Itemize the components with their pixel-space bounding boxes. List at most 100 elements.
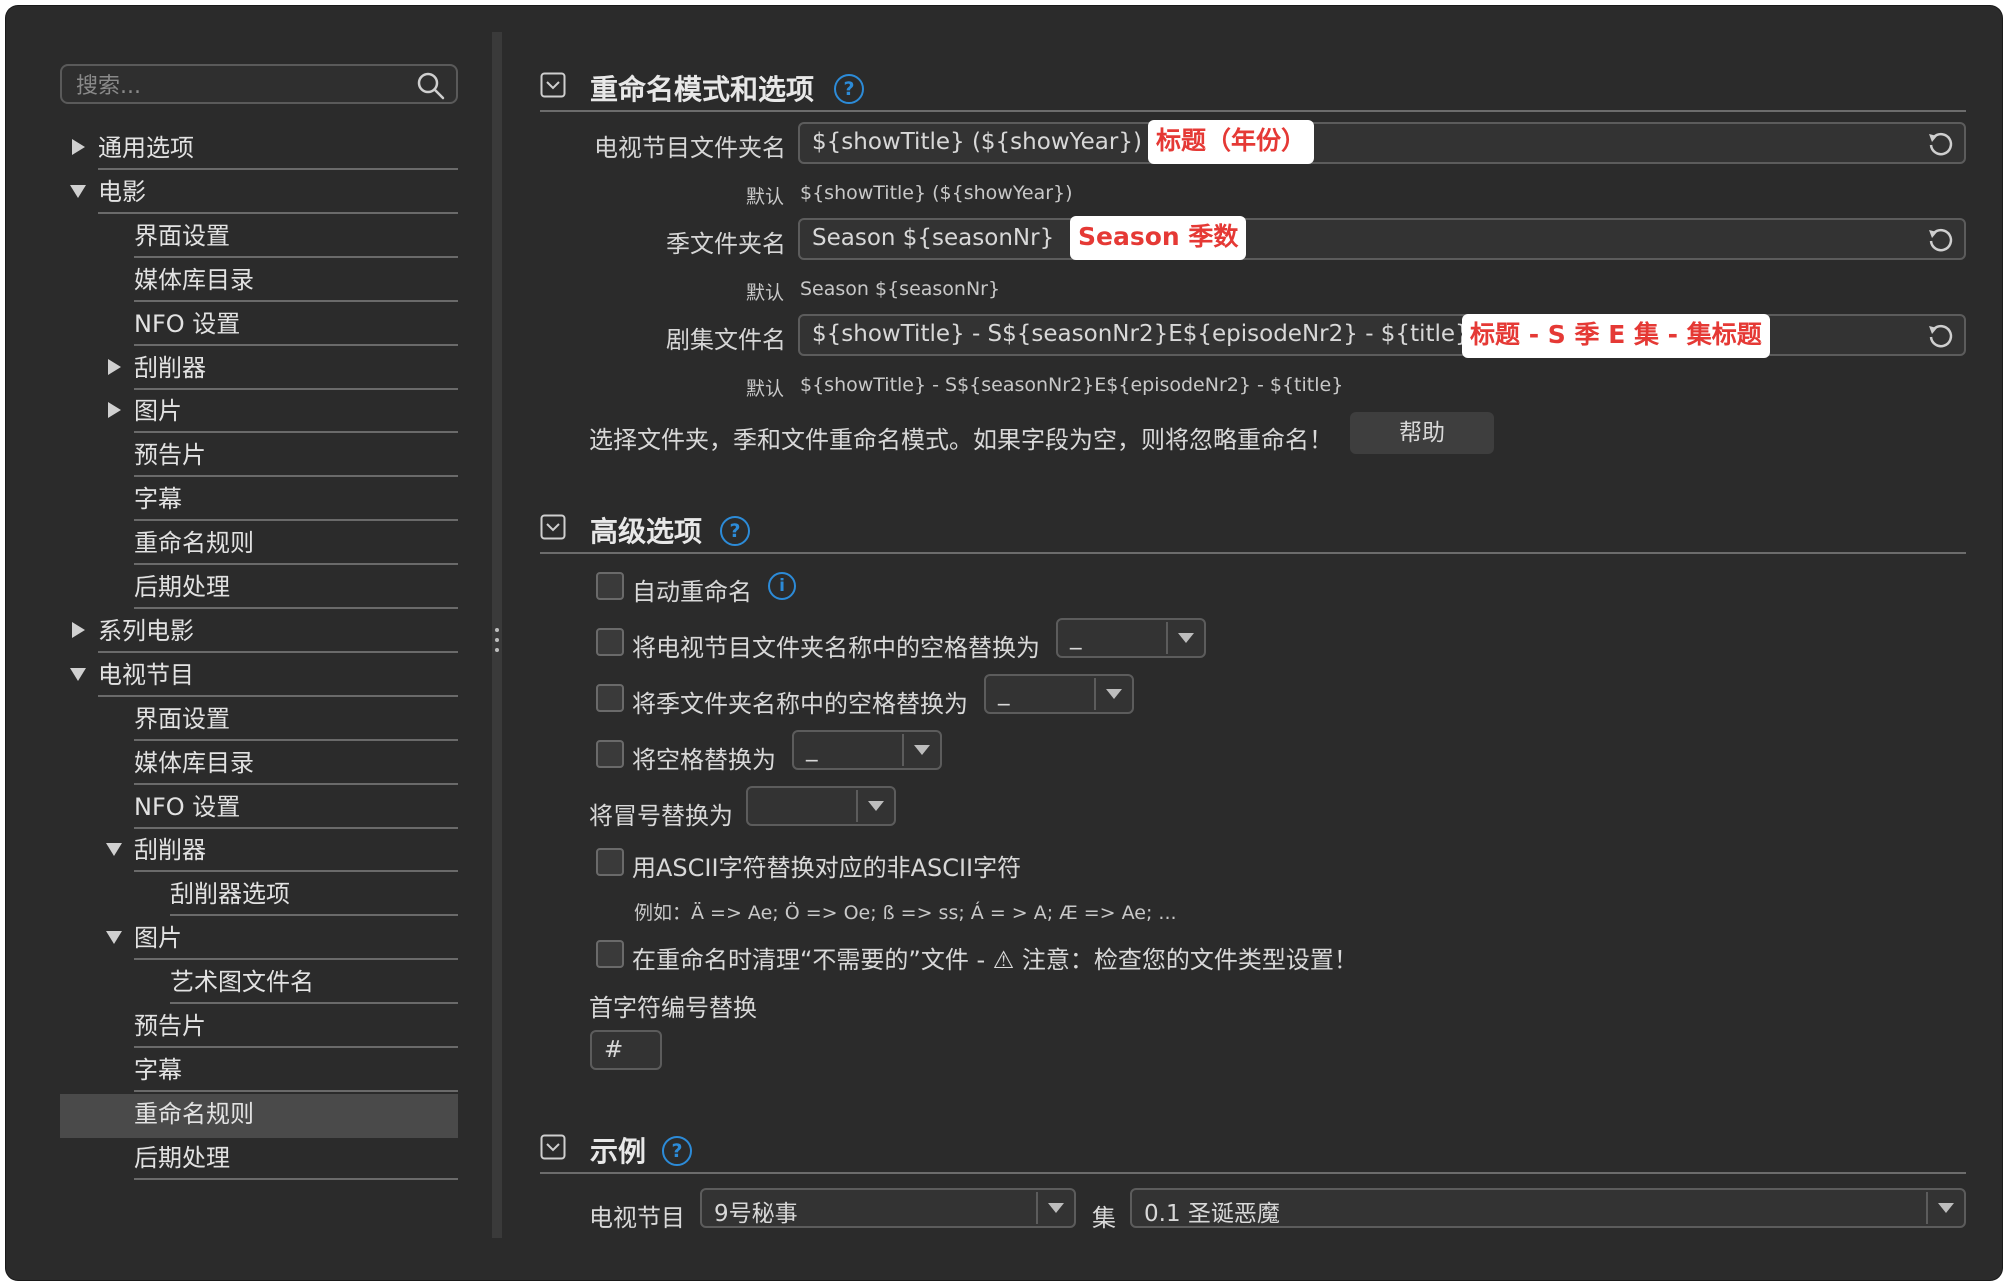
reset-icon[interactable] bbox=[1926, 226, 1954, 254]
help-button[interactable]: 帮助 bbox=[1350, 412, 1494, 454]
season-folder-value: Season ${seasonNr} bbox=[812, 225, 1055, 251]
sidebar-item[interactable]: 图片 bbox=[60, 391, 458, 435]
chevron-down-icon[interactable] bbox=[68, 664, 88, 684]
chevron-down-icon[interactable] bbox=[68, 181, 88, 201]
collapse-checkbox-icon[interactable] bbox=[540, 514, 566, 540]
sidebar-item[interactable]: 刮削器选项 bbox=[60, 874, 458, 918]
example-section-header: 示例 ? bbox=[540, 1122, 1966, 1174]
sidebar-item-label: 通用选项 bbox=[98, 128, 458, 170]
cleanup-checkbox[interactable] bbox=[596, 940, 624, 968]
season-folder-field[interactable]: Season ${seasonNr} bbox=[798, 218, 1966, 260]
sidebar-item[interactable]: NFO 设置 bbox=[60, 304, 458, 348]
search-icon[interactable] bbox=[416, 71, 446, 101]
sidebar-item-label: 字幕 bbox=[134, 479, 458, 522]
sidebar-item[interactable]: 字幕 bbox=[60, 1050, 458, 1094]
replace-space-checkbox[interactable] bbox=[596, 740, 624, 768]
sidebar-item-label: 电视节目 bbox=[98, 655, 458, 697]
help-icon[interactable]: ? bbox=[834, 74, 864, 104]
replace-space-dropdown[interactable]: _ bbox=[792, 730, 942, 770]
first-char-value: # bbox=[604, 1037, 624, 1063]
chevron-down-icon bbox=[1048, 1203, 1064, 1213]
sidebar-item[interactable]: NFO 设置 bbox=[60, 787, 458, 831]
chevron-right-icon[interactable] bbox=[68, 620, 88, 640]
collapse-checkbox-icon[interactable] bbox=[540, 1134, 566, 1160]
sidebar-item[interactable]: 电视节目 bbox=[60, 655, 458, 699]
chevron-right-icon[interactable] bbox=[104, 357, 124, 377]
collapse-checkbox-icon[interactable] bbox=[540, 72, 566, 98]
episode-file-hint: 标题 - S 季 E 集 - 集标题 bbox=[1462, 314, 1770, 358]
sidebar-item-label: 后期处理 bbox=[134, 1138, 458, 1180]
sidebar-item[interactable]: 艺术图文件名 bbox=[60, 962, 458, 1006]
ascii-label: 用ASCII字符替换对应的非ASCII字符 bbox=[632, 854, 1022, 882]
sidebar-item-label: NFO 设置 bbox=[134, 304, 458, 346]
season-folder-hint: Season 季数 bbox=[1070, 216, 1247, 260]
episode-file-field[interactable]: ${showTitle} - S${seasonNr2}E${episodeNr… bbox=[798, 314, 1966, 356]
sidebar-item[interactable]: 字幕 bbox=[60, 479, 458, 523]
chevron-down-icon[interactable] bbox=[104, 927, 124, 947]
example-tv-dropdown[interactable]: 9号秘事 bbox=[700, 1188, 1076, 1228]
help-icon[interactable]: ? bbox=[662, 1136, 692, 1166]
example-episode-dropdown[interactable]: 0.1 圣诞恶魔 bbox=[1130, 1188, 1966, 1228]
replace-colon-dropdown[interactable] bbox=[746, 786, 896, 826]
auto-rename-checkbox[interactable] bbox=[596, 572, 624, 600]
sidebar-item-label: 界面设置 bbox=[134, 699, 458, 741]
section-title: 重命名模式和选项 bbox=[590, 73, 815, 106]
first-char-label: 首字符编号替换 bbox=[589, 994, 757, 1022]
chevron-down-icon bbox=[1938, 1203, 1954, 1213]
sidebar-item[interactable]: 通用选项 bbox=[60, 128, 458, 172]
sidebar-item[interactable]: 媒体库目录 bbox=[60, 743, 458, 787]
episode-file-value: ${showTitle} - S${seasonNr2}E${episodeNr… bbox=[812, 321, 1470, 347]
replace-tv-space-dropdown[interactable]: _ bbox=[1056, 618, 1206, 658]
sidebar-item[interactable]: 界面设置 bbox=[60, 216, 458, 260]
sidebar-item[interactable]: 后期处理 bbox=[60, 1138, 458, 1182]
first-char-input[interactable]: # bbox=[590, 1030, 662, 1070]
tv-folder-field[interactable]: ${showTitle} (${showYear}) bbox=[798, 122, 1966, 164]
replace-space-label: 将空格替换为 bbox=[632, 746, 776, 774]
replace-tv-space-label: 将电视节目文件夹名称中的空格替换为 bbox=[632, 634, 1040, 662]
dropdown-separator bbox=[856, 790, 858, 822]
sidebar-item-label: 界面设置 bbox=[134, 216, 458, 258]
chevron-down-icon[interactable] bbox=[104, 839, 124, 859]
sidebar-item[interactable]: 电影 bbox=[60, 172, 458, 216]
sidebar-item[interactable]: 预告片 bbox=[60, 435, 458, 479]
episode-file-label: 剧集文件名 bbox=[666, 326, 786, 354]
sidebar-item-label: NFO 设置 bbox=[134, 787, 458, 829]
sidebar-item[interactable]: 媒体库目录 bbox=[60, 260, 458, 304]
example-episode-label: 集 bbox=[1092, 1204, 1116, 1232]
replace-season-space-label: 将季文件夹名称中的空格替换为 bbox=[632, 690, 968, 718]
chevron-down-icon bbox=[914, 745, 930, 755]
default-label: 默认 bbox=[746, 378, 785, 400]
sidebar-item-label: 图片 bbox=[134, 391, 458, 434]
sidebar-item[interactable]: 后期处理 bbox=[60, 567, 458, 611]
section-title: 高级选项 bbox=[590, 515, 703, 548]
example-tv-label: 电视节目 bbox=[589, 1204, 685, 1232]
sidebar-item-label: 图片 bbox=[134, 918, 458, 961]
replace-season-space-dropdown[interactable]: _ bbox=[984, 674, 1134, 714]
sidebar-item-label: 预告片 bbox=[134, 435, 458, 478]
help-icon[interactable]: ? bbox=[720, 516, 750, 546]
sidebar-item-label: 预告片 bbox=[134, 1006, 458, 1048]
sidebar-item[interactable]: 重命名规则 bbox=[60, 1093, 458, 1138]
reset-icon[interactable] bbox=[1926, 322, 1954, 350]
sidebar-item[interactable]: 刮削器 bbox=[60, 830, 458, 874]
replace-season-space-checkbox[interactable] bbox=[596, 684, 624, 712]
search-input[interactable] bbox=[74, 70, 398, 102]
sidebar-item[interactable]: 界面设置 bbox=[60, 699, 458, 743]
chevron-right-icon[interactable] bbox=[68, 137, 88, 157]
sidebar-item-label: 艺术图文件名 bbox=[170, 962, 458, 1005]
sidebar-item[interactable]: 系列电影 bbox=[60, 611, 458, 655]
sidebar-item[interactable]: 预告片 bbox=[60, 1006, 458, 1050]
sidebar-item[interactable]: 图片 bbox=[60, 918, 458, 962]
search-box[interactable] bbox=[60, 64, 458, 104]
dropdown-value: 9号秘事 bbox=[714, 1201, 798, 1227]
sidebar-item-label: 字幕 bbox=[134, 1050, 458, 1092]
sidebar-item[interactable]: 重命名规则 bbox=[60, 523, 458, 567]
ascii-checkbox[interactable] bbox=[596, 848, 624, 876]
info-icon[interactable]: i bbox=[768, 572, 796, 600]
replace-tv-space-checkbox[interactable] bbox=[596, 628, 624, 656]
reset-icon[interactable] bbox=[1926, 130, 1954, 158]
sidebar-item[interactable]: 刮削器 bbox=[60, 348, 458, 392]
replace-colon-label: 将冒号替换为 bbox=[589, 802, 733, 830]
chevron-right-icon[interactable] bbox=[104, 400, 124, 420]
sidebar-splitter[interactable] bbox=[492, 32, 502, 1238]
